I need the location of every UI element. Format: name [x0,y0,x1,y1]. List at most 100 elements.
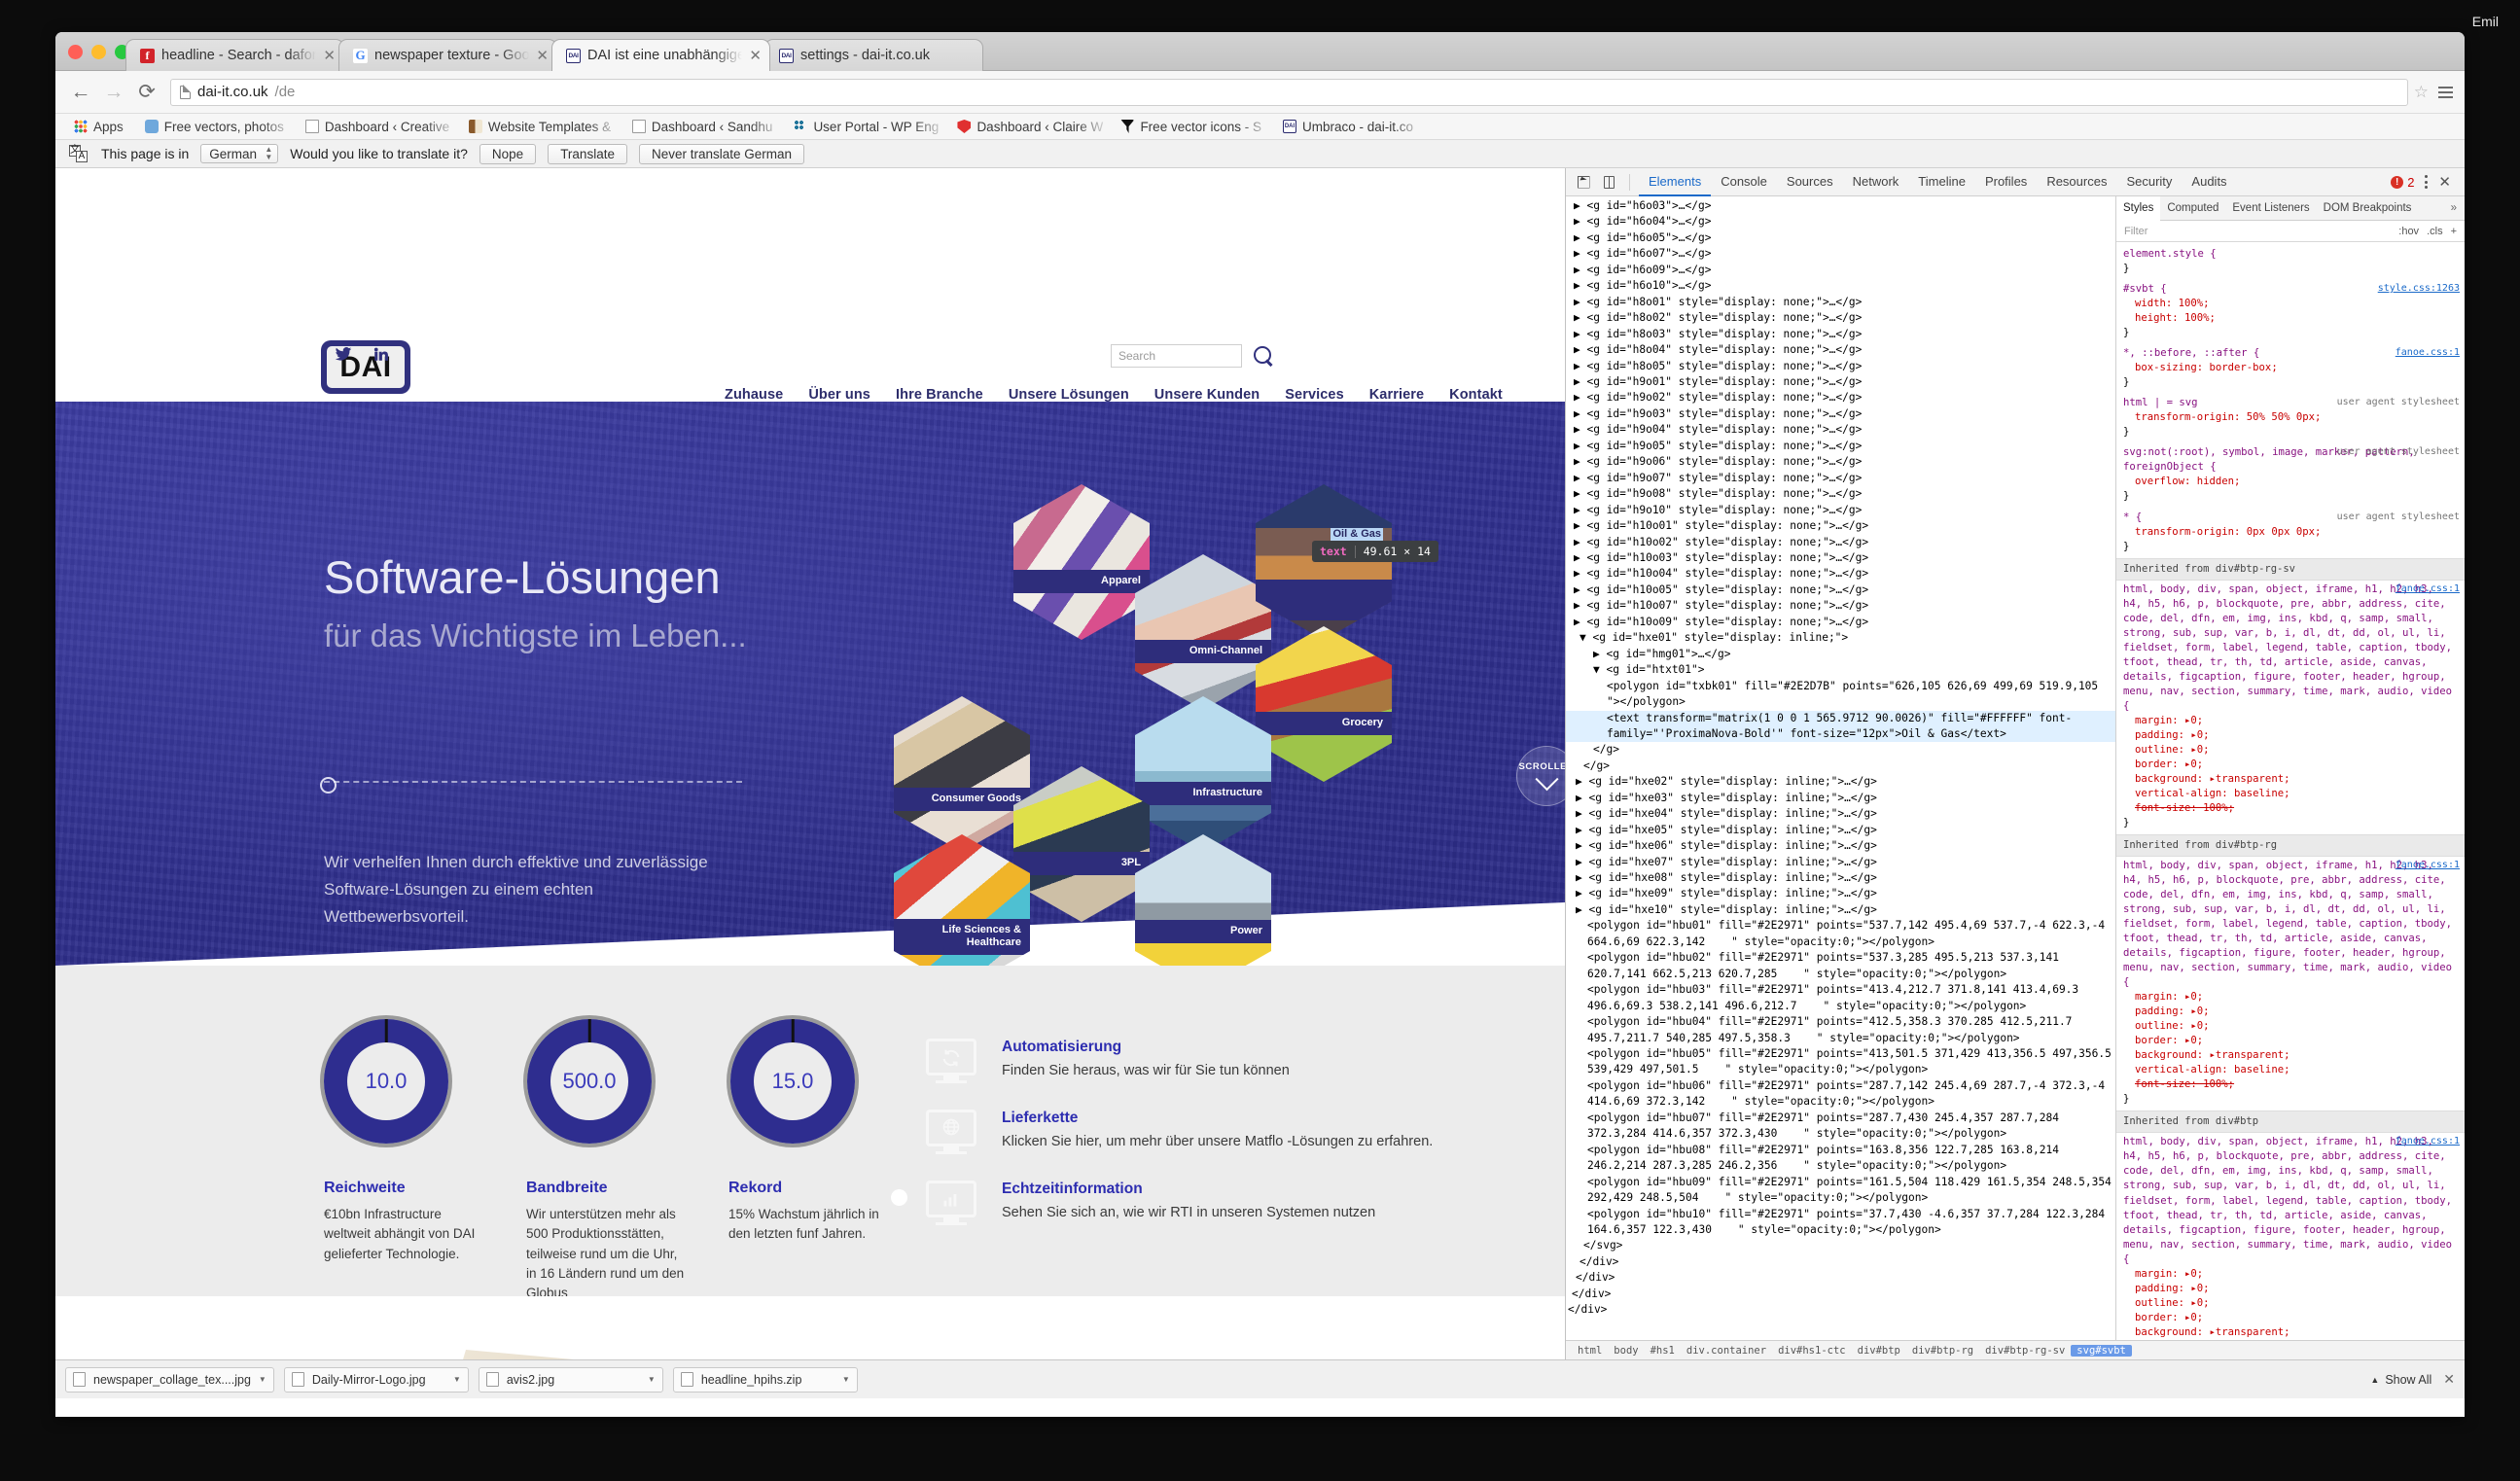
rule-source-link[interactable]: stylе.css:1263 [2378,282,2460,296]
dom-polygon-line[interactable]: <polygon id="hbu02" fill="#2E2971" point… [1566,950,2115,982]
dom-line[interactable]: ▶ <g id="h10o03" style="display: none;">… [1566,550,2115,566]
close-tab-icon[interactable]: ✕ [323,49,336,63]
browser-tab[interactable]: G newspaper texture - Google ✕ [338,39,557,71]
language-select[interactable]: German ▲ ▼ [200,144,279,163]
dom-line[interactable]: ▶ <g id="h6o10">…</g> [1566,278,2115,294]
rule-decl[interactable]: outline: ▸0; [2123,1019,2458,1034]
dom-line[interactable]: ▶ <g id="hxe10" style="display: inline;"… [1566,902,2115,918]
dom-line[interactable]: ▶ <g id="hxe05" style="display: inline;"… [1566,823,2115,838]
dom-line-hxe01[interactable]: ▼ <g id="hxe01" style="display: inline;"… [1566,630,2115,646]
dom-line[interactable]: ▶ <g id="h10o04" style="display: none;">… [1566,566,2115,582]
nav-item-ihre-branche[interactable]: Ihre Branche [896,387,983,403]
dom-line[interactable]: ▶ <g id="hxe06" style="display: inline;"… [1566,838,2115,854]
rule-decl[interactable]: border: ▸0; [2123,758,2458,772]
browser-tab[interactable]: DAI settings - dai-it.co.uk [764,39,983,71]
tab-elements[interactable]: Elements [1639,168,1712,196]
dom-line[interactable]: ▶ <g id="h9o07" style="display: none;">…… [1566,471,2115,486]
dom-line[interactable]: ▶ <g id="h9o06" style="display: none;">…… [1566,454,2115,470]
bookmark-item[interactable]: Website Templates & [458,120,621,134]
dom-polygon-line[interactable]: <polygon id="hbu07" fill="#2E2971" point… [1566,1111,2115,1143]
dom-line[interactable]: </div> [1566,1254,2115,1270]
rule-decl[interactable]: outline: ▸0; [2123,743,2458,758]
chevron-right-icon[interactable]: » [2443,202,2465,214]
plus-icon[interactable]: + [2451,226,2457,237]
dom-line[interactable]: ▶ <g id="h10o05" style="display: none;">… [1566,582,2115,598]
tab-dom-breakpoints[interactable]: DOM Breakpoints [2317,196,2419,221]
rule-decl[interactable]: transform-origin: 50% 50% 0px; [2123,410,2458,425]
rule-decl[interactable]: background: ▸transparent; [2123,1325,2458,1340]
dom-line[interactable]: ▶ <g id="h8o02" style="display: none;">…… [1566,310,2115,326]
breadcrumb-svbt[interactable]: svg#svbt [2071,1344,2132,1357]
nav-item-unsere-losungen[interactable]: Unsere Lösungen [1009,387,1129,403]
tab-profiles[interactable]: Profiles [1975,168,2037,196]
device-toolbar-icon[interactable] [1597,171,1620,193]
caret-down-icon[interactable]: ▼ [453,1375,461,1384]
tab-sources[interactable]: Sources [1777,168,1843,196]
rule-decl[interactable]: width: 100%; [2123,297,2458,311]
dom-tree[interactable]: ▶ <g id="h6o03">…</g> ▶ <g id="h6o04">…<… [1566,196,2115,1340]
rule-decl[interactable]: padding: ▸0; [2123,1005,2458,1019]
dom-line[interactable]: ▶ <g id="h10o01" style="display: none;">… [1566,518,2115,534]
dom-line[interactable]: ▶ <g id="h10o09" style="display: none;">… [1566,615,2115,630]
close-tab-icon[interactable]: ✕ [536,49,549,63]
close-tab-icon[interactable]: ✕ [749,49,762,63]
rule-decl[interactable]: padding: ▸0; [2123,1282,2458,1296]
rule-decl[interactable]: padding: ▸0; [2123,728,2458,743]
bookmark-item[interactable]: Dashboard ‹ Creative [295,120,458,134]
hexagon-oil-gas[interactable]: Oil & Gas [1256,484,1392,640]
window-controls[interactable] [68,45,129,59]
browser-tab[interactable]: f headline - Search - dafont. ✕ [125,39,344,71]
dom-line[interactable]: ▶ <g id="hxe04" style="display: inline;"… [1566,806,2115,822]
feature-item[interactable]: Echtzeitinformation Sehen Sie sich an, w… [926,1181,1471,1225]
dom-line[interactable]: ▶ <g id="h9o05" style="display: none;">…… [1566,439,2115,454]
tab-event-listeners[interactable]: Event Listeners [2225,196,2316,221]
nope-button[interactable]: Nope [479,143,537,164]
dom-polygon-line[interactable]: <polygon id="hbu04" fill="#2E2971" point… [1566,1014,2115,1046]
rule-decl[interactable]: border: ▸0; [2123,1034,2458,1048]
dom-line[interactable]: </g> [1566,758,2115,774]
styles-rules-list[interactable]: element.style { } stylе.css:1263 #svbt {… [2116,242,2465,1340]
tab-network[interactable]: Network [1843,168,1909,196]
dom-polygon-line[interactable]: <polygon id="hbu10" fill="#2E2971" point… [1566,1207,2115,1239]
hover-state-toggle[interactable]: :hov [2398,226,2419,237]
tab-security[interactable]: Security [2116,168,2182,196]
hexagon-consumer-goods[interactable]: Consumer Goods [894,696,1030,852]
rule-decl[interactable]: vertical-align: baseline; [2123,1063,2458,1077]
dom-line[interactable]: ▶ <g id="hxe07" style="display: inline;"… [1566,855,2115,870]
bookmark-item[interactable]: Dashboard ‹ Claire W [946,120,1110,134]
nav-item-karriere[interactable]: Karriere [1369,387,1424,403]
dom-polygon-line[interactable]: <polygon id="hbu08" fill="#2E2971" point… [1566,1143,2115,1175]
reload-icon[interactable]: ⟳ [133,79,160,106]
breadcrumb-btp-rg-sv[interactable]: div#btp-rg-sv [1979,1345,2071,1357]
minimize-window-button[interactable] [91,45,106,59]
dom-line[interactable]: ▶ <g id="h9o03" style="display: none;">…… [1566,406,2115,422]
magnifier-icon[interactable] [1253,345,1274,367]
inspect-element-icon[interactable] [1572,171,1595,193]
browser-tab-active[interactable]: DAI DAI ist eine unabhängige, b ✕ [551,39,770,71]
rule-decl[interactable]: margin: ▸0; [2123,714,2458,728]
dom-line[interactable]: ▶ <g id="h6o03">…</g> [1566,198,2115,214]
breadcrumb-hs1[interactable]: #hs1 [1645,1345,1681,1357]
download-item[interactable]: Daily-Mirror-Logo.jpg ▼ [283,1366,469,1393]
dom-polygon-line[interactable]: <polygon id="hbu05" fill="#2E2971" point… [1566,1046,2115,1078]
rule-decl[interactable]: background: ▸transparent; [2123,1048,2458,1063]
bookmark-item[interactable]: Free vector icons - S [1110,120,1272,134]
kebab-menu-icon[interactable] [2425,175,2429,189]
breadcrumb-container[interactable]: div.container [1681,1345,1772,1357]
bookmark-item[interactable]: Dashboard ‹ Sandhu [621,120,784,134]
rule-decl[interactable]: margin: ▸0; [2123,1267,2458,1282]
bookmark-item[interactable]: User Portal - WP Eng [783,120,946,134]
hexagon-3pl[interactable]: 3PL [1013,766,1150,922]
breadcrumb-btp[interactable]: div#btp [1852,1345,1906,1357]
hamburger-menu-icon[interactable] [2438,86,2453,98]
dom-line-polygon[interactable]: <polygon id="txbk01" fill="#2E2D7B" poin… [1566,679,2115,711]
tab-console[interactable]: Console [1711,168,1777,196]
download-item[interactable]: avis2.jpg ▼ [478,1366,663,1393]
bookmark-item[interactable]: DAI Umbraco - dai-it.co [1272,120,1424,134]
nav-item-kontakt[interactable]: Kontakt [1449,387,1503,403]
page-info-icon[interactable] [180,85,192,99]
close-window-button[interactable] [68,45,83,59]
rule-source-link[interactable]: fanoe.css:1 [2396,1135,2460,1148]
rule-decl[interactable]: outline: ▸0; [2123,1296,2458,1311]
rule-decl[interactable]: margin: ▸0; [2123,990,2458,1005]
